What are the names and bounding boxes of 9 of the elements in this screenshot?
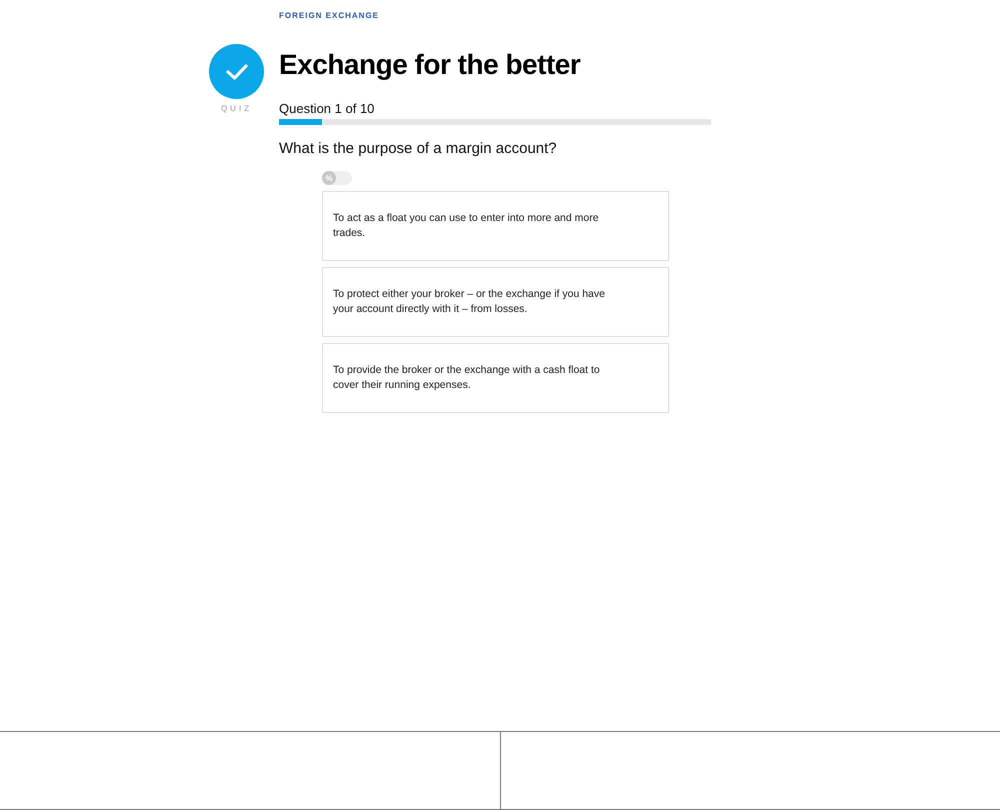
answer-option[interactable]: To act as a float you can use to enter into more and more trades. xyxy=(322,191,669,261)
answer-option[interactable]: To provide the broker or the exchange with a cash float to cover their running expenses. xyxy=(322,343,669,413)
category-label: FOREIGN EXCHANGE xyxy=(279,11,380,20)
badge-label: QUIZ xyxy=(220,104,254,113)
question-text: What is the purpose of a margin account? xyxy=(279,140,557,157)
checkmark-icon xyxy=(224,62,248,82)
question-counter: Question 1 of 10 xyxy=(279,101,374,116)
answer-option[interactable]: To protect either your broker – or the exchange if you have your account directly with it – from losses. xyxy=(322,267,669,337)
quiz-title: Exchange for the better xyxy=(279,48,580,82)
